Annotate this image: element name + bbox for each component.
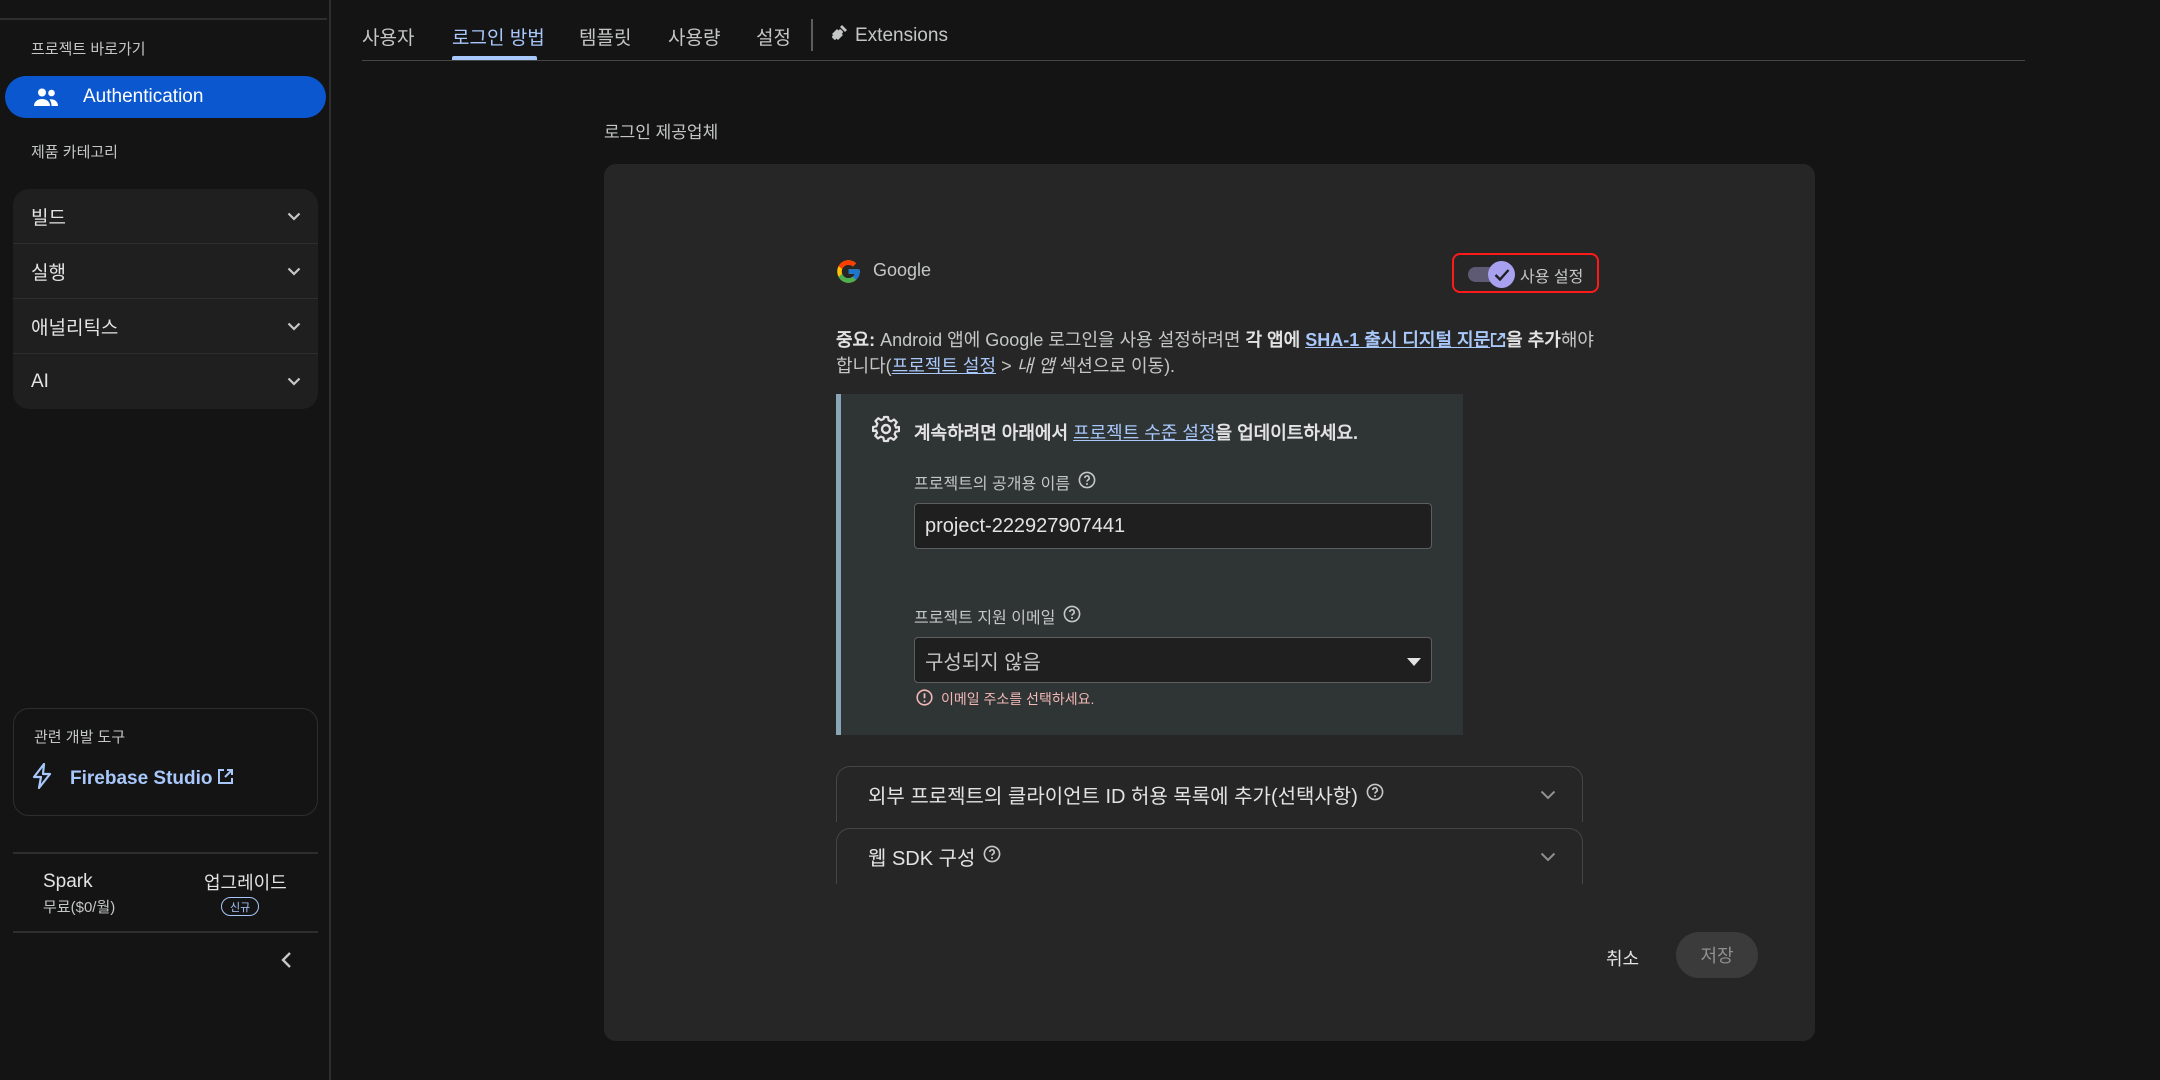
warning-text: 을 업데이트하세요. bbox=[1215, 423, 1359, 443]
field-label-text: 프로젝트의 공개용 이름 bbox=[914, 476, 1071, 493]
error-text: 이메일 주소를 선택하세요. bbox=[941, 691, 1095, 707]
categories-caption: 제품 카테고리 bbox=[31, 144, 118, 161]
category-build[interactable]: 빌드 bbox=[13, 189, 318, 244]
help-icon[interactable] bbox=[1366, 783, 1384, 807]
project-settings-link[interactable]: 프로젝트 설정 bbox=[892, 356, 996, 376]
category-run[interactable]: 실행 bbox=[13, 244, 318, 299]
public-name-label: 프로젝트의 공개용 이름 bbox=[914, 470, 1096, 494]
provider-name: Google bbox=[873, 260, 932, 280]
category-label: 빌드 bbox=[31, 207, 66, 229]
help-icon[interactable] bbox=[1063, 605, 1081, 628]
note-text: > bbox=[996, 356, 1017, 376]
category-analytics[interactable]: 애널리틱스 bbox=[13, 299, 318, 354]
project-level-settings-link[interactable]: 프로젝트 수준 설정 bbox=[1073, 423, 1215, 443]
tab-label: Extensions bbox=[855, 25, 948, 46]
warning-text: 계속하려면 아래에서 bbox=[914, 423, 1074, 443]
public-name-input[interactable]: project-222927907441 bbox=[914, 503, 1432, 549]
tab-sign-in-method[interactable]: 로그인 방법 bbox=[452, 23, 545, 50]
dropdown-arrow-icon bbox=[1407, 649, 1421, 672]
divider bbox=[0, 18, 327, 20]
google-logo-icon bbox=[835, 258, 862, 285]
people-icon bbox=[31, 82, 61, 112]
sidebar: 프로젝트 바로가기 Authentication 제품 카테고리 빌드 실행 애… bbox=[0, 0, 331, 1080]
note-bold: 각 앱에 bbox=[1245, 330, 1301, 350]
upgrade-button[interactable]: 업그레이드 bbox=[204, 869, 287, 895]
shortcuts-caption: 프로젝트 바로가기 bbox=[31, 41, 146, 58]
category-label: 애널리틱스 bbox=[31, 317, 119, 339]
section-title: 로그인 제공업체 bbox=[604, 123, 719, 142]
plan-name: Spark bbox=[43, 871, 93, 892]
extensions-icon bbox=[829, 23, 849, 49]
divider bbox=[13, 931, 318, 933]
category-label: AI bbox=[31, 370, 49, 392]
support-email-select[interactable]: 구성되지 않음 bbox=[914, 637, 1432, 683]
firebase-studio-label: Firebase Studio bbox=[70, 767, 213, 789]
note-text: Android 앱에 Google 로그인을 사용 설정하려면 bbox=[875, 330, 1246, 350]
project-settings-panel bbox=[836, 394, 1463, 735]
note-text: 섹션으로 이동). bbox=[1054, 356, 1176, 376]
chevron-down-icon bbox=[286, 318, 302, 334]
gear-icon bbox=[871, 415, 901, 443]
tab-templates[interactable]: 템플릿 bbox=[579, 23, 631, 50]
category-list: 빌드 실행 애널리틱스 AI bbox=[13, 189, 318, 409]
sidebar-item-authentication[interactable]: Authentication bbox=[5, 76, 326, 118]
tab-settings[interactable]: 설정 bbox=[756, 23, 791, 50]
select-value: 구성되지 않음 bbox=[925, 651, 1041, 674]
toggle-label: 사용 설정 bbox=[1520, 269, 1584, 286]
related-dev-tools: 관련 개발 도구 Firebase Studio bbox=[13, 708, 318, 816]
tab-users[interactable]: 사용자 bbox=[362, 23, 414, 50]
important-note: 중요: Android 앱에 Google 로그인을 사용 설정하려면 각 앱에… bbox=[836, 326, 1594, 352]
expander-title: 웹 SDK 구성 bbox=[868, 848, 976, 870]
tab-divider bbox=[811, 19, 813, 51]
new-badge: 신규 bbox=[221, 897, 260, 916]
error-icon bbox=[916, 689, 933, 709]
firebase-studio-link[interactable]: Firebase Studio bbox=[30, 762, 234, 794]
note-bold: 을 추가 bbox=[1506, 330, 1561, 350]
web-sdk-expander[interactable]: 웹 SDK 구성 bbox=[836, 828, 1583, 884]
open-in-new-icon bbox=[217, 768, 234, 790]
chevron-down-icon bbox=[286, 263, 302, 279]
firebase-studio-icon bbox=[30, 762, 54, 794]
chevron-down-icon bbox=[286, 208, 302, 224]
field-label-text: 프로젝트 지원 이메일 bbox=[914, 610, 1056, 627]
warning-message: 계속하려면 아래에서 프로젝트 수준 설정을 업데이트하세요. bbox=[914, 419, 1358, 445]
expander-title: 외부 프로젝트의 클라이언트 ID 허용 목록에 추가(선택사항) bbox=[868, 786, 1358, 808]
devtools-caption: 관련 개발 도구 bbox=[34, 729, 126, 746]
chevron-down-icon bbox=[1540, 845, 1556, 868]
sidebar-item-label: Authentication bbox=[83, 86, 204, 107]
important-note-line2: 합니다(프로젝트 설정 > 내 앱 섹션으로 이동). bbox=[836, 352, 1175, 378]
tab-extensions[interactable]: Extensions bbox=[829, 23, 948, 49]
note-text: 해야 bbox=[1560, 330, 1594, 350]
collapse-sidebar-button[interactable] bbox=[276, 948, 296, 972]
category-ai[interactable]: AI bbox=[13, 354, 318, 409]
chevron-down-icon bbox=[1540, 783, 1556, 806]
note-prefix: 중요: bbox=[836, 330, 876, 350]
divider bbox=[13, 852, 318, 854]
active-tab-indicator bbox=[452, 56, 537, 60]
note-text: 합니다( bbox=[836, 356, 892, 376]
plan-price: 무료($0/월) bbox=[43, 899, 116, 916]
chevron-down-icon bbox=[286, 374, 302, 390]
save-button[interactable]: 저장 bbox=[1676, 932, 1758, 978]
open-in-new-icon bbox=[1490, 330, 1506, 350]
sha1-fingerprint-link[interactable]: SHA-1 출시 디지털 지문 bbox=[1305, 330, 1490, 350]
category-label: 실행 bbox=[31, 262, 66, 284]
tab-bar: 사용자 로그인 방법 템플릿 사용량 설정 bbox=[362, 0, 2025, 61]
enable-toggle[interactable]: 사용 설정 bbox=[1452, 253, 1599, 293]
allowlist-expander[interactable]: 외부 프로젝트의 클라이언트 ID 허용 목록에 추가(선택사항) bbox=[836, 766, 1583, 822]
cancel-button[interactable]: 취소 bbox=[1606, 945, 1639, 971]
support-email-label: 프로젝트 지원 이메일 bbox=[914, 604, 1081, 628]
help-icon[interactable] bbox=[1078, 471, 1096, 494]
help-icon[interactable] bbox=[983, 845, 1001, 869]
tab-usage[interactable]: 사용량 bbox=[668, 23, 720, 50]
email-error: 이메일 주소를 선택하세요. bbox=[916, 689, 1094, 709]
check-icon bbox=[1488, 261, 1515, 288]
note-italic: 내 앱 bbox=[1016, 356, 1055, 376]
